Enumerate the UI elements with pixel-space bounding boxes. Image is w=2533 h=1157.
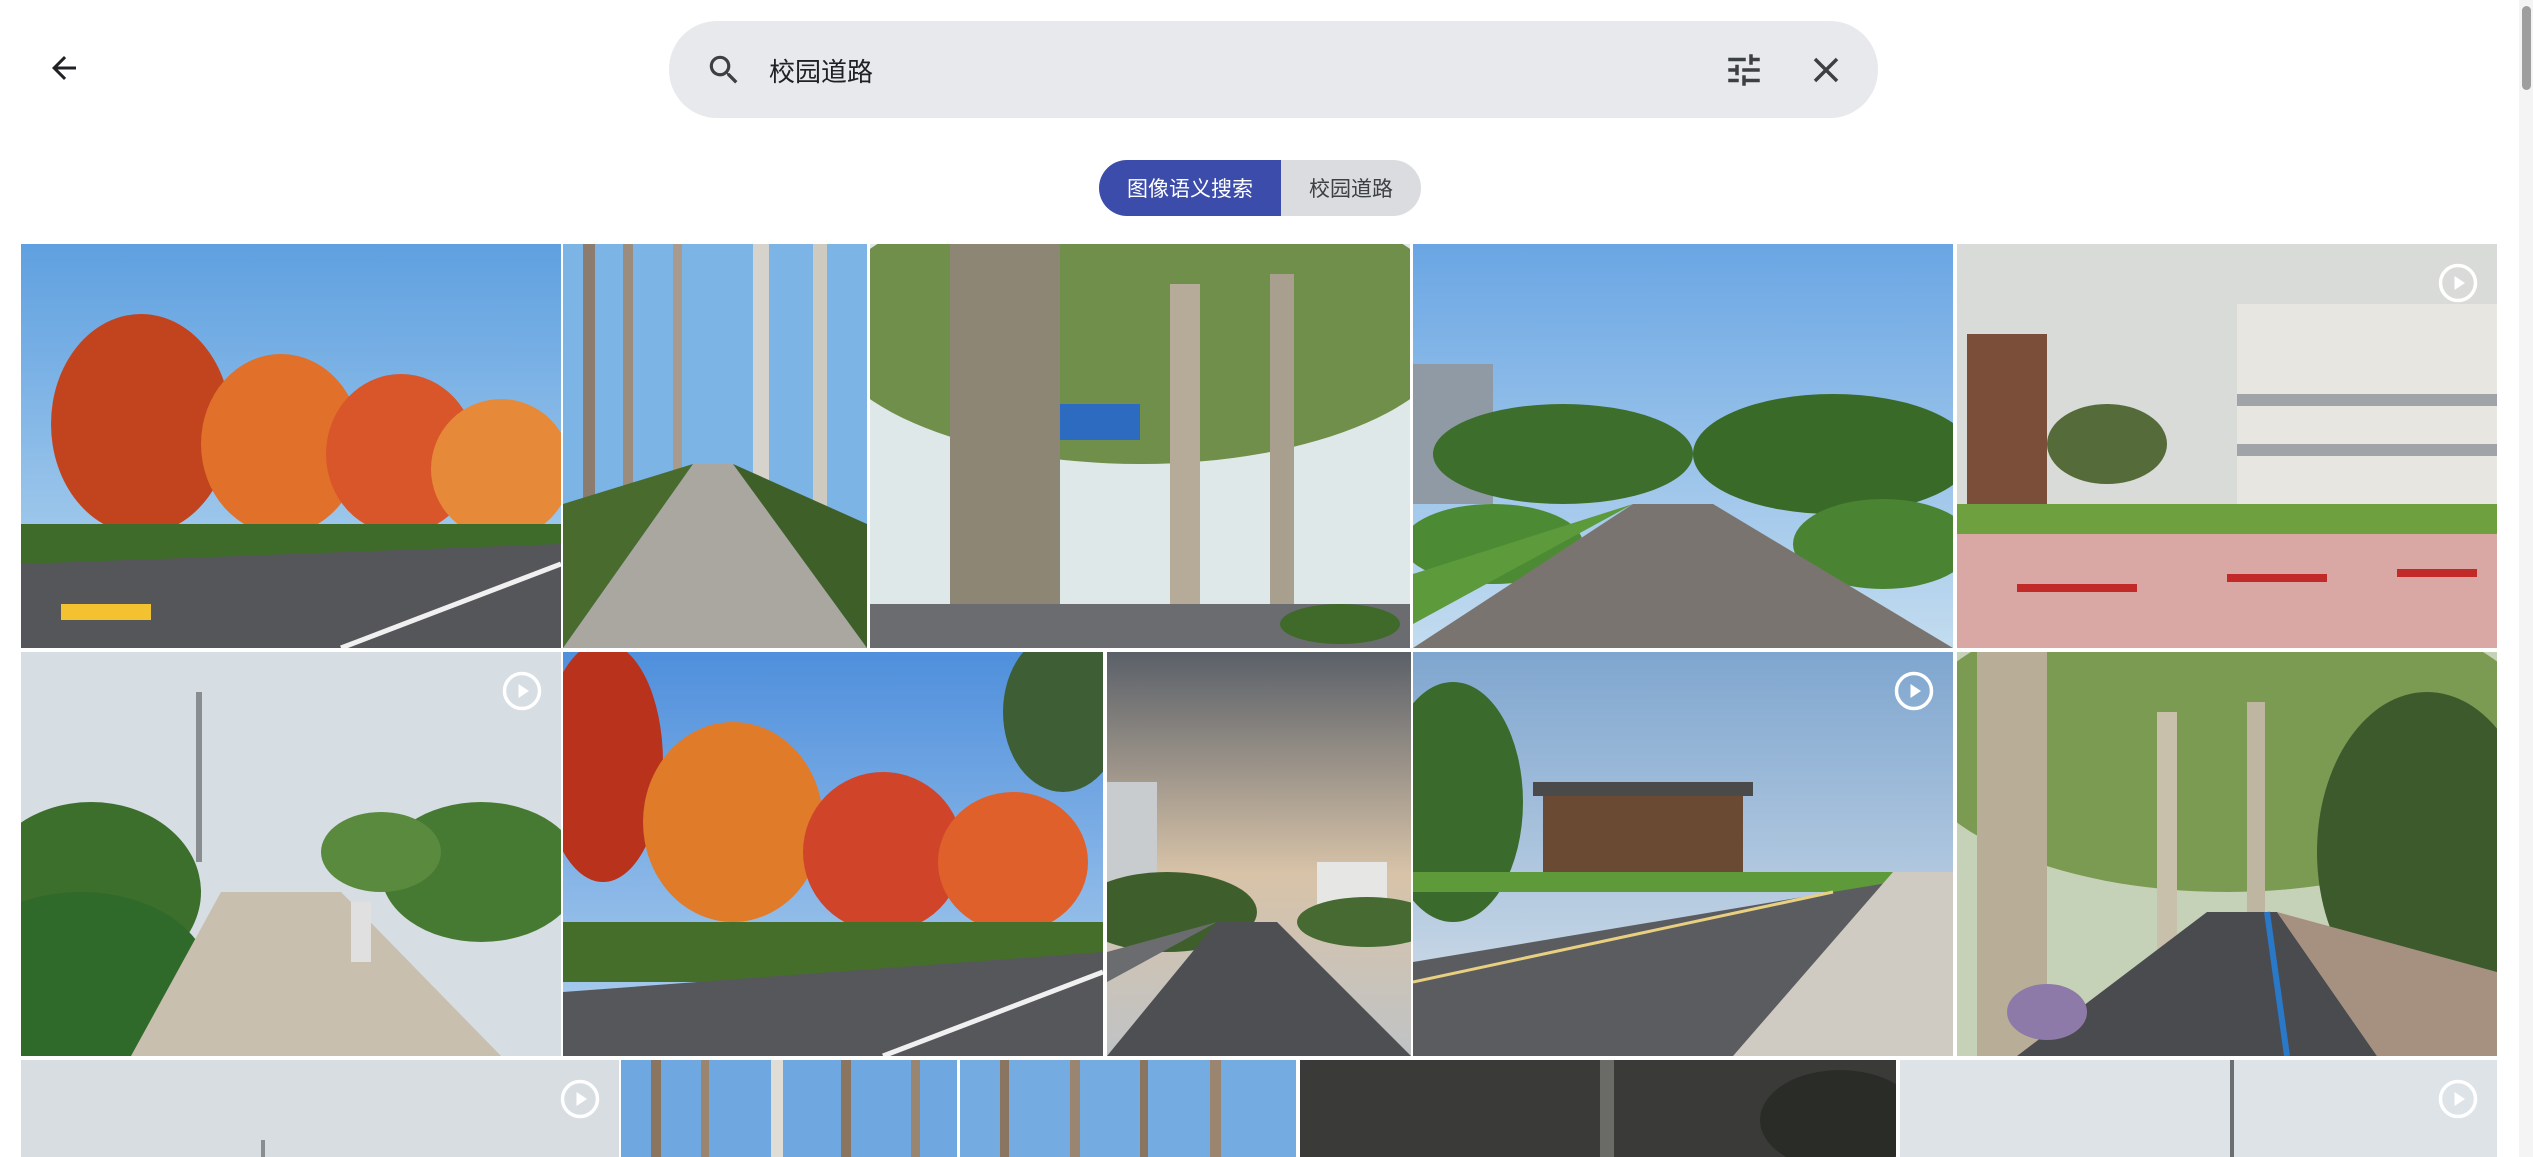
photo-thumbnail[interactable] — [21, 652, 561, 1056]
photo-thumbnail[interactable] — [1300, 1060, 1896, 1157]
photo-image — [621, 1060, 957, 1157]
scrollbar-thumb[interactable] — [2522, 6, 2531, 90]
scrollbar[interactable] — [2519, 0, 2533, 1157]
photo-thumbnail[interactable] — [870, 244, 1410, 648]
photo-image — [1413, 652, 1953, 1056]
photo-image — [1900, 1060, 2497, 1157]
photo-grid — [0, 0, 2533, 1157]
photo-thumbnail[interactable] — [21, 1060, 619, 1157]
play-circle-icon — [2438, 1079, 2478, 1119]
photo-image — [563, 652, 1103, 1056]
photo-thumbnail[interactable] — [1413, 652, 1953, 1056]
photo-image — [960, 1060, 1296, 1157]
photo-thumbnail[interactable] — [621, 1060, 957, 1157]
photo-thumbnail[interactable] — [563, 244, 867, 648]
photo-image — [21, 244, 561, 648]
photo-thumbnail[interactable] — [1957, 652, 2497, 1056]
play-circle-icon — [560, 1079, 600, 1119]
play-circle-icon — [1894, 671, 1934, 711]
photo-image — [1957, 652, 2497, 1056]
photo-thumbnail[interactable] — [1413, 244, 1953, 648]
photo-image — [21, 652, 561, 1056]
photo-image — [1957, 244, 2497, 648]
photo-image — [1413, 244, 1953, 648]
photo-thumbnail[interactable] — [1957, 244, 2497, 648]
photo-image — [21, 1060, 619, 1157]
photo-image — [563, 244, 867, 648]
photo-image — [1300, 1060, 1896, 1157]
photo-thumbnail[interactable] — [960, 1060, 1296, 1157]
play-circle-icon — [502, 671, 542, 711]
photo-thumbnail[interactable] — [1107, 652, 1411, 1056]
photo-image — [1107, 652, 1411, 1056]
photo-thumbnail[interactable] — [1900, 1060, 2497, 1157]
photo-image — [870, 244, 1410, 648]
photo-thumbnail[interactable] — [21, 244, 561, 648]
play-circle-icon — [2438, 263, 2478, 303]
photo-thumbnail[interactable] — [563, 652, 1103, 1056]
